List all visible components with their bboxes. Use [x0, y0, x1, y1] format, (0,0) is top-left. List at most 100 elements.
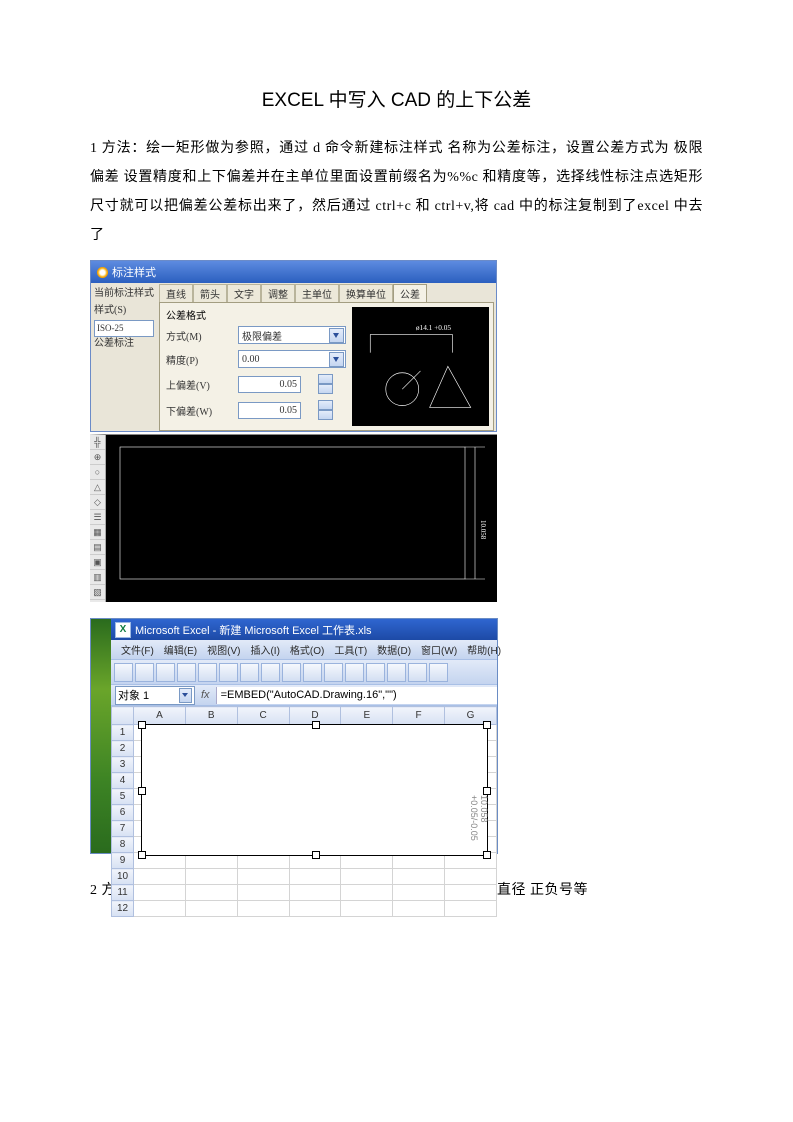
select-method-value: 极限偏差 [242, 328, 282, 343]
toolbar-button[interactable] [324, 663, 343, 682]
menu-file[interactable]: 文件(F) [117, 640, 158, 659]
tool-icon[interactable]: ▦ [90, 525, 105, 540]
cad-tool-column: ╬ ⊕ ○ △ ◇ ☰ ▦ ▤ ▣ ▥ ▧ [90, 435, 106, 602]
tab-arrows[interactable]: 箭头 [193, 284, 227, 302]
name-box[interactable]: 对象 1 [115, 686, 195, 705]
toolbar-button[interactable] [303, 663, 322, 682]
row-header[interactable]: 11 [112, 885, 134, 901]
tab-tolerance[interactable]: 公差 [393, 284, 427, 302]
dialog-titlebar: 标注样式 [91, 261, 496, 283]
row-header[interactable]: 3 [112, 757, 134, 773]
tool-icon[interactable]: ▧ [90, 585, 105, 600]
col-header[interactable]: B [185, 707, 237, 725]
app-icon [97, 267, 108, 278]
resize-handle[interactable] [483, 721, 491, 729]
excel-menubar: 文件(F) 编辑(E) 视图(V) 插入(I) 格式(O) 工具(T) 数据(D… [111, 640, 497, 659]
document-page: EXCEL 中写入 CAD 的上下公差 1 方法：绘一矩形做为参照，通过 d 命… [0, 0, 793, 1122]
toolbar-button[interactable] [429, 663, 448, 682]
tab-fit[interactable]: 调整 [261, 284, 295, 302]
toolbar-button[interactable] [156, 663, 175, 682]
tool-icon[interactable]: ◇ [90, 495, 105, 510]
style-iso25[interactable]: ISO-25 [94, 320, 154, 337]
toolbar-button[interactable] [177, 663, 196, 682]
menu-view[interactable]: 视图(V) [203, 640, 244, 659]
toolbar-button[interactable] [366, 663, 385, 682]
row-header[interactable]: 10 [112, 869, 134, 885]
select-method[interactable]: 极限偏差 [238, 326, 346, 344]
menu-window[interactable]: 窗口(W) [417, 640, 461, 659]
cad-dim-text: 10.058 [479, 520, 487, 540]
tool-icon[interactable]: △ [90, 480, 105, 495]
spinner-lower[interactable] [318, 400, 333, 420]
paragraph-1: 1 方法：绘一矩形做为参照，通过 d 命令新建标注样式 名称为公差标注，设置公差… [90, 134, 703, 250]
toolbar-button[interactable] [135, 663, 154, 682]
tab-text[interactable]: 文字 [227, 284, 261, 302]
tool-icon[interactable]: ▣ [90, 555, 105, 570]
tab-primary[interactable]: 主单位 [295, 284, 339, 302]
tool-icon[interactable]: ╬ [90, 435, 105, 450]
row-header[interactable]: 12 [112, 901, 134, 917]
object-dim-label: 10.058 +0.05/-0.05 [469, 795, 489, 855]
menu-format[interactable]: 格式(O) [286, 640, 328, 659]
excel-grid[interactable]: A B C D E F G 1 2 3 4 5 6 7 8 [111, 706, 497, 917]
toolbar-button[interactable] [219, 663, 238, 682]
toolbar-button[interactable] [240, 663, 259, 682]
row-header[interactable]: 1 [112, 725, 134, 741]
resize-handle[interactable] [138, 721, 146, 729]
toolbar-button[interactable] [282, 663, 301, 682]
label-lower: 下偏差(W) [166, 403, 220, 418]
toolbar-button[interactable] [198, 663, 217, 682]
row-header[interactable]: 4 [112, 773, 134, 789]
menu-insert[interactable]: 插入(I) [246, 640, 283, 659]
style-tolerance: 公差标注 [94, 337, 154, 352]
toolbar-button[interactable] [261, 663, 280, 682]
resize-handle[interactable] [138, 851, 146, 859]
figure-cad-canvas: ╬ ⊕ ○ △ ◇ ☰ ▦ ▤ ▣ ▥ ▧ 10.058 [90, 434, 497, 602]
preview-dim-text: ø14.1 +0.05 [416, 323, 451, 332]
col-header[interactable]: E [341, 707, 393, 725]
resize-handle[interactable] [138, 787, 146, 795]
excel-icon: X [115, 622, 131, 638]
toolbar-button[interactable] [345, 663, 364, 682]
tool-icon[interactable]: ▤ [90, 540, 105, 555]
resize-handle[interactable] [312, 721, 320, 729]
chevron-down-icon [179, 688, 192, 703]
tool-icon[interactable]: ☰ [90, 510, 105, 525]
row-header[interactable]: 6 [112, 805, 134, 821]
col-header[interactable]: F [393, 707, 445, 725]
select-all-corner[interactable] [112, 707, 134, 725]
row-header[interactable]: 9 [112, 853, 134, 869]
fx-icon[interactable]: fx [195, 689, 216, 701]
tool-icon[interactable]: ▥ [90, 570, 105, 585]
tab-lines[interactable]: 直线 [159, 284, 193, 302]
input-upper[interactable]: 0.05 [238, 376, 301, 393]
row-header[interactable]: 8 [112, 837, 134, 853]
label-method: 方式(M) [166, 328, 220, 343]
formula-input[interactable]: =EMBED("AutoCAD.Drawing.16","") [216, 687, 497, 704]
select-precision[interactable]: 0.00 [238, 350, 346, 368]
menu-edit[interactable]: 编辑(E) [160, 640, 201, 659]
spinner-upper[interactable] [318, 374, 333, 394]
style-list-panel: 当前标注样式 样式(S) ISO-25 公差标注 [91, 283, 157, 431]
label-upper: 上偏差(V) [166, 377, 220, 392]
menu-tools[interactable]: 工具(T) [330, 640, 371, 659]
tab-alt[interactable]: 换算单位 [339, 284, 393, 302]
toolbar-button[interactable] [387, 663, 406, 682]
row-header[interactable]: 2 [112, 741, 134, 757]
embedded-cad-object[interactable]: 10.058 +0.05/-0.05 [141, 724, 488, 856]
chevron-down-icon [329, 352, 344, 367]
row-header[interactable]: 5 [112, 789, 134, 805]
toolbar-button[interactable] [114, 663, 133, 682]
resize-handle[interactable] [312, 851, 320, 859]
resize-handle[interactable] [483, 787, 491, 795]
figure-excel-window: X Microsoft Excel - 新建 Microsoft Excel 工… [90, 618, 498, 854]
col-header[interactable]: C [237, 707, 289, 725]
input-lower[interactable]: 0.05 [238, 402, 301, 419]
toolbar-button[interactable] [408, 663, 427, 682]
row-header[interactable]: 7 [112, 821, 134, 837]
menu-help[interactable]: 帮助(H) [463, 640, 505, 659]
tool-icon[interactable]: ○ [90, 465, 105, 480]
tool-icon[interactable]: ⊕ [90, 450, 105, 465]
figure-dimstyle-dialog: 标注样式 当前标注样式 样式(S) ISO-25 公差标注 直线 箭头 文字 调… [90, 260, 497, 432]
menu-data[interactable]: 数据(D) [373, 640, 415, 659]
